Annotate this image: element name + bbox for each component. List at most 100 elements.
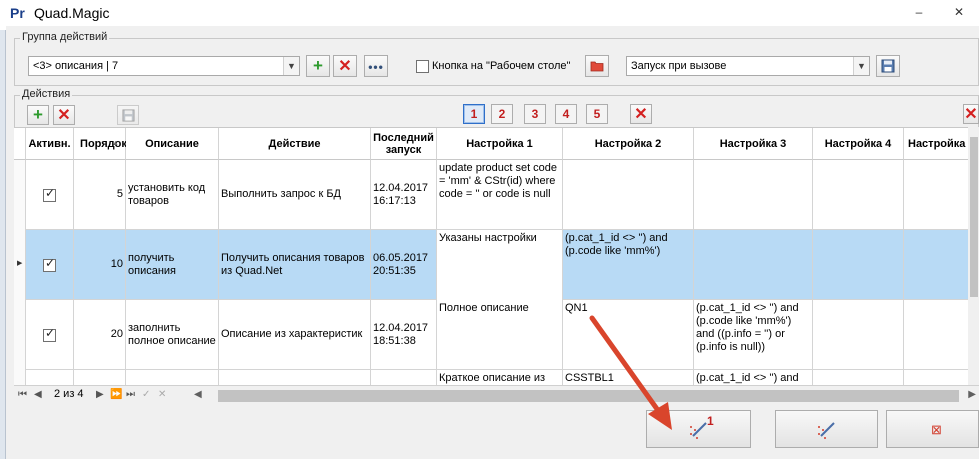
desktop-checkbox-label: Кнопка на "Рабочем столе": [432, 60, 571, 72]
main-window: Pr Quad.Magic – ✕ Группа действий <3> оп…: [0, 0, 979, 459]
run-first-button[interactable]: 1: [646, 410, 751, 448]
vertical-scroll-thumb[interactable]: [970, 137, 978, 297]
scroll-right-icon[interactable]: ▶: [968, 389, 976, 400]
setting4-cell[interactable]: [813, 230, 904, 300]
chevron-down-icon[interactable]: ▼: [283, 57, 299, 75]
col-setting3-header[interactable]: Настройка 3: [694, 128, 813, 160]
horizontal-scroll-thumb[interactable]: [218, 390, 959, 402]
active-checkbox[interactable]: [43, 187, 56, 202]
last-run-cell[interactable]: 06.05.2017 20:51:35: [371, 230, 437, 300]
col-order-header[interactable]: Порядок ▲: [74, 128, 127, 160]
clear-settings-button[interactable]: ✕: [630, 104, 652, 124]
next-page-icon[interactable]: ⏩: [110, 389, 122, 400]
setting-num-button-2[interactable]: 2: [491, 104, 513, 124]
folder-button[interactable]: [585, 55, 609, 77]
setting1-cell[interactable]: Краткое описание из: [437, 370, 563, 385]
launch-mode-select[interactable]: Запуск при вызове ▼: [626, 56, 870, 76]
setting-num-button-1[interactable]: 1: [463, 104, 485, 124]
setting2-cell[interactable]: [563, 160, 694, 230]
table-row[interactable]: Краткое описание из CSSTBL1 (p.cat_1_id …: [14, 370, 979, 385]
setting3-cell[interactable]: (p.cat_1_id <> '') and (p.code like 'mm%…: [694, 300, 813, 370]
confirm-icon[interactable]: ✓: [142, 389, 150, 400]
save-action-button[interactable]: [117, 105, 139, 125]
desktop-button-checkbox[interactable]: [416, 60, 429, 73]
last-run-cell[interactable]: 12.04.2017 16:17:13: [371, 160, 437, 230]
table-row-selected[interactable]: ▶ 10 получить описания Получить описания…: [14, 230, 979, 300]
scroll-left-icon[interactable]: ◀: [194, 389, 202, 400]
setting1-cell[interactable]: update product set code = 'mm' & CStr(id…: [437, 160, 563, 230]
group-select[interactable]: <3> описания | 7 ▼: [28, 56, 300, 76]
active-checkbox[interactable]: [43, 327, 56, 342]
desc-cell[interactable]: получить описания: [126, 230, 219, 300]
delete-right-button[interactable]: ✕: [963, 104, 979, 124]
setting4-cell[interactable]: [813, 300, 904, 370]
col-setting4-header[interactable]: Настройка 4: [813, 128, 904, 160]
active-cell[interactable]: [26, 160, 74, 230]
setting3-cell[interactable]: (p.cat_1_id <> '') and: [694, 370, 813, 385]
first-record-icon[interactable]: ⏮: [18, 389, 27, 400]
col-desc-header[interactable]: Описание: [126, 128, 219, 160]
setting2-cell[interactable]: QN1: [563, 300, 694, 370]
delete-action-button[interactable]: ✕: [53, 105, 75, 125]
active-cell[interactable]: [26, 300, 74, 370]
close-icon: ✕: [634, 106, 648, 123]
col-setting2-header[interactable]: Настройка 2: [563, 128, 694, 160]
col-setting1-header[interactable]: Настройка 1: [437, 128, 563, 160]
folder-icon: [590, 61, 604, 72]
row-indicator: [14, 370, 26, 385]
order-cell[interactable]: 10: [74, 230, 126, 300]
setting-num-button-4[interactable]: 4: [555, 104, 577, 124]
action-cell[interactable]: Выполнить запрос к БД: [219, 160, 371, 230]
add-action-button[interactable]: +: [27, 105, 49, 125]
order-cell[interactable]: 20: [74, 300, 126, 370]
minimize-button[interactable]: –: [910, 4, 928, 20]
setting4-cell[interactable]: [813, 160, 904, 230]
order-cell[interactable]: [74, 370, 126, 385]
table-row[interactable]: 20 заполнить полное описание Описание из…: [14, 300, 979, 370]
delete-group-button[interactable]: ✕: [333, 55, 357, 77]
next-record-icon[interactable]: ▶: [96, 389, 104, 400]
desc-cell[interactable]: заполнить полное описание: [126, 300, 219, 370]
close-window-button[interactable]: ✕: [950, 4, 968, 20]
active-checkbox[interactable]: [43, 257, 56, 272]
setting3-cell[interactable]: [694, 230, 813, 300]
last-run-cell[interactable]: [371, 370, 437, 385]
close-box-icon: ⊠: [931, 422, 942, 437]
horizontal-scrollbar[interactable]: ◀ ▶: [190, 388, 979, 404]
prev-page-icon[interactable]: ◀: [34, 389, 42, 400]
desc-cell[interactable]: [126, 370, 219, 385]
close-icon: ✕: [338, 58, 352, 75]
table-row[interactable]: 5 установить код товаров Выполнить запро…: [14, 160, 979, 230]
setting4-cell[interactable]: [813, 370, 904, 385]
order-cell[interactable]: 5: [74, 160, 126, 230]
setting2-cell[interactable]: (p.cat_1_id <> '') and (p.code like 'mm%…: [563, 230, 694, 300]
add-group-button[interactable]: +: [306, 55, 330, 77]
action-cell[interactable]: Получить описания товаров из Quad.Net: [219, 230, 371, 300]
setting1-cell[interactable]: Указаны настройки: [437, 230, 563, 300]
col-action-header[interactable]: Действие: [219, 128, 371, 160]
setting-num-button-3[interactable]: 3: [524, 104, 546, 124]
save-group-button[interactable]: [876, 55, 900, 77]
cancel-icon[interactable]: ✕: [158, 389, 166, 400]
action-cell[interactable]: Описание из характеристик: [219, 300, 371, 370]
setting2-cell[interactable]: CSSTBL1: [563, 370, 694, 385]
active-cell[interactable]: [26, 370, 74, 385]
close-button[interactable]: ⊠: [886, 410, 979, 448]
desc-cell[interactable]: установить код товаров: [126, 160, 219, 230]
last-run-cell[interactable]: 12.04.2017 18:51:38: [371, 300, 437, 370]
row-indicator: [14, 300, 26, 370]
ellipsis-icon: •••: [368, 60, 384, 74]
setting1-cell[interactable]: Полное описание: [437, 300, 563, 370]
active-cell[interactable]: [26, 230, 74, 300]
run-all-button[interactable]: [775, 410, 878, 448]
vertical-scrollbar[interactable]: [968, 127, 979, 387]
row-indicator: [14, 160, 26, 230]
chevron-down-icon[interactable]: ▼: [853, 57, 869, 75]
col-last-run-header[interactable]: Последний запуск: [371, 128, 437, 160]
setting-num-button-5[interactable]: 5: [586, 104, 608, 124]
setting3-cell[interactable]: [694, 160, 813, 230]
last-record-icon[interactable]: ⏭: [126, 389, 135, 400]
group-more-button[interactable]: •••: [364, 55, 388, 77]
action-cell[interactable]: [219, 370, 371, 385]
col-active-header[interactable]: Активн.: [26, 128, 74, 160]
